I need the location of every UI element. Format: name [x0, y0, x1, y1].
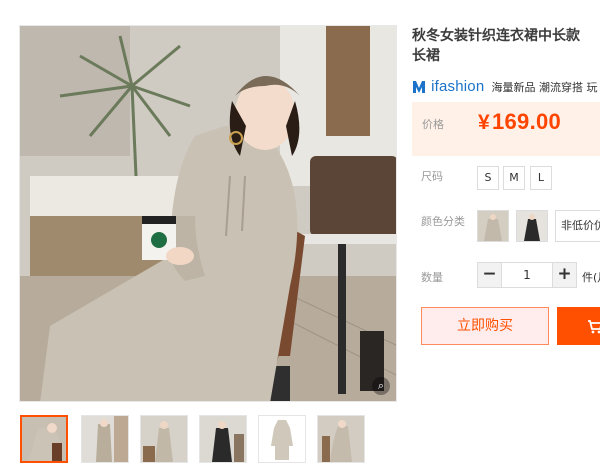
- thumbnail-image: [259, 416, 305, 462]
- thumbnail-strip: [20, 415, 400, 465]
- color-label: 颜色分类: [421, 215, 465, 228]
- thumbnail-image: [318, 416, 364, 462]
- price-amount: 169.00: [491, 109, 562, 134]
- ifashion-logo-icon: [413, 80, 425, 93]
- quantity-increase-button[interactable]: +: [552, 263, 576, 287]
- thumbnail-image: [141, 416, 187, 462]
- price-panel: 价格 ¥169.00: [412, 102, 600, 156]
- size-option-m[interactable]: M: [503, 166, 525, 190]
- thumbnail-image: [82, 416, 128, 462]
- size-label: 尺码: [421, 170, 443, 183]
- quantity-input[interactable]: [503, 263, 551, 287]
- quantity-unit: 件(月: [582, 271, 600, 284]
- thumbnail-4[interactable]: [199, 415, 247, 463]
- thumbnail-image: [22, 417, 66, 461]
- quantity-decrease-button[interactable]: −: [478, 263, 502, 287]
- thumbnail-2[interactable]: [81, 415, 129, 463]
- thumbnail-1[interactable]: [20, 415, 68, 463]
- price-value: ¥169.00: [478, 109, 561, 135]
- price-label: 价格: [422, 118, 444, 131]
- color-swatch-2[interactable]: [516, 210, 548, 242]
- product-photo: [20, 26, 396, 401]
- color-swatch-image: [517, 211, 547, 241]
- currency-symbol: ¥: [478, 111, 490, 134]
- color-swatch-image: [478, 211, 508, 241]
- thumbnail-image: [200, 416, 246, 462]
- brand-tags: 海量新品 潮流穿搭 玩: [491, 80, 598, 94]
- quantity-label: 数量: [421, 271, 443, 284]
- size-option-l[interactable]: L: [530, 166, 552, 190]
- buy-now-button[interactable]: 立即购买: [421, 307, 549, 345]
- color-swatch-1[interactable]: [477, 210, 509, 242]
- zoom-icon[interactable]: ⌕: [372, 377, 390, 395]
- brand-name: ifashion: [431, 78, 485, 95]
- product-title-line2: 长裙: [412, 48, 440, 64]
- color-option-text[interactable]: 非低价仿: [555, 210, 600, 242]
- thumbnail-6[interactable]: [317, 415, 365, 463]
- product-title-line1: 秋冬女装针织连衣裙中长款: [412, 28, 580, 44]
- brand-banner[interactable]: ifashion 海量新品 潮流穿搭 玩: [412, 76, 598, 98]
- main-product-image[interactable]: ⌕: [19, 25, 397, 402]
- add-to-cart-button[interactable]: [557, 307, 600, 345]
- thumbnail-3[interactable]: [140, 415, 188, 463]
- product-title: 秋冬女装针织连衣裙中长款 长裙: [412, 26, 600, 66]
- thumbnail-5[interactable]: [258, 415, 306, 463]
- cart-icon: [588, 319, 600, 333]
- quantity-stepper: − +: [477, 262, 577, 288]
- size-option-s[interactable]: S: [477, 166, 499, 190]
